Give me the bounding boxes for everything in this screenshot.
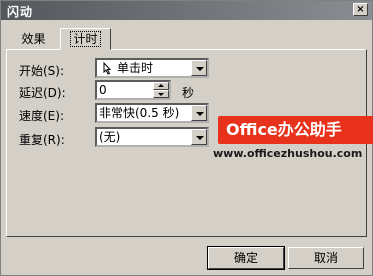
mouse-click-icon — [103, 61, 112, 75]
dialog-title: 闪动 — [7, 5, 34, 19]
tab-timing-label: 计时 — [70, 31, 101, 47]
delay-value: 0 — [99, 83, 107, 97]
spin-up-icon[interactable] — [153, 82, 169, 90]
chevron-down-icon[interactable] — [191, 60, 207, 76]
animation-dialog: 闪动 × 效果 计时 开始(S): 单击时 延迟(D): 0 秒 速度(E): … — [0, 0, 373, 276]
speed-label: 速度(E): — [19, 109, 64, 123]
repeat-label: 重复(R): — [19, 133, 65, 147]
delay-unit: 秒 — [182, 86, 195, 100]
repeat-value: (无) — [99, 130, 121, 144]
delay-input[interactable]: 0 — [95, 80, 171, 100]
watermark-url: www.officezhushou.com — [213, 147, 363, 160]
spin-down-icon[interactable] — [153, 90, 169, 98]
watermark-badge: Office办公助手 — [218, 116, 373, 144]
start-label: 开始(S): — [19, 64, 65, 78]
speed-select[interactable]: 非常快(0.5 秒) — [95, 103, 209, 123]
speed-value: 非常快(0.5 秒) — [99, 106, 180, 120]
start-value: 单击时 — [117, 61, 154, 75]
cancel-button[interactable]: 取消 — [288, 247, 364, 269]
tab-timing[interactable]: 计时 — [60, 28, 111, 50]
delay-label: 延迟(D): — [19, 86, 66, 100]
close-button[interactable]: × — [353, 3, 368, 16]
chevron-down-icon[interactable] — [191, 129, 207, 145]
repeat-select[interactable]: (无) — [95, 127, 209, 147]
tab-effect[interactable]: 效果 — [9, 30, 58, 49]
ok-button[interactable]: 确定 — [207, 246, 285, 270]
title-bar[interactable]: 闪动 × — [1, 1, 372, 20]
start-select[interactable]: 单击时 — [95, 58, 209, 78]
chevron-down-icon[interactable] — [191, 105, 207, 121]
